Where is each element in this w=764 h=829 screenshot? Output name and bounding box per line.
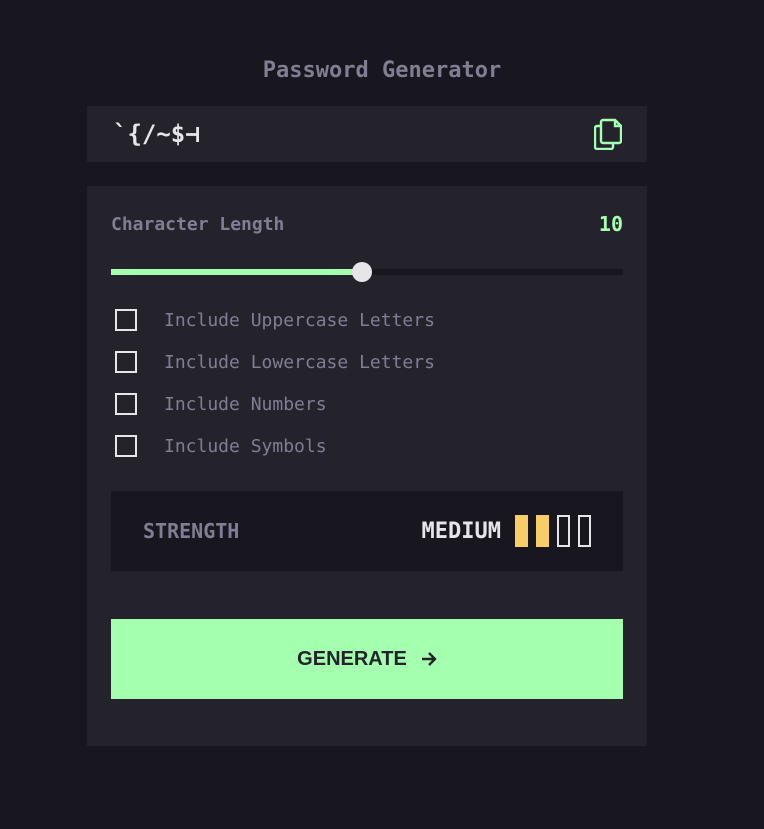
option-label: Include Numbers <box>164 393 327 415</box>
numbers-checkbox[interactable] <box>115 393 137 415</box>
copy-button[interactable] <box>593 117 623 151</box>
symbols-checkbox[interactable] <box>115 435 137 457</box>
length-value: 10 <box>598 212 623 236</box>
option-symbols[interactable]: Include Symbols <box>115 435 327 457</box>
settings-panel: Character Length 10 Include Uppercase Le… <box>87 186 647 746</box>
strength-bar <box>557 515 570 547</box>
option-label: Include Uppercase Letters <box>164 309 435 331</box>
option-lowercase[interactable]: Include Lowercase Letters <box>115 351 435 373</box>
option-label: Include Lowercase Letters <box>164 351 435 373</box>
option-label: Include Symbols <box>164 435 327 457</box>
option-numbers[interactable]: Include Numbers <box>115 393 327 415</box>
strength-bar <box>536 515 549 547</box>
slider-thumb[interactable] <box>351 262 372 282</box>
page-title: Password Generator <box>262 58 502 83</box>
strength-bar <box>578 515 591 547</box>
strength-indicator: MEDIUM <box>422 515 591 547</box>
generate-button[interactable]: GENERATE <box>111 619 623 699</box>
slider-fill <box>111 269 362 275</box>
strength-label: STRENGTH <box>143 519 240 543</box>
generate-label: GENERATE <box>297 647 407 670</box>
password-text: `{/~$⊣ <box>113 120 200 148</box>
option-uppercase[interactable]: Include Uppercase Letters <box>115 309 435 331</box>
arrow-right-icon <box>421 651 437 667</box>
strength-value: MEDIUM <box>421 518 501 544</box>
copy-icon <box>594 118 622 150</box>
length-slider[interactable] <box>111 262 623 282</box>
strength-meter: STRENGTH MEDIUM <box>111 491 623 571</box>
uppercase-checkbox[interactable] <box>115 309 137 331</box>
length-row: Character Length 10 <box>111 212 623 236</box>
length-label: Character Length <box>111 213 285 235</box>
password-display: `{/~$⊣ <box>87 106 647 162</box>
strength-bars <box>515 515 591 547</box>
strength-bar <box>515 515 528 547</box>
lowercase-checkbox[interactable] <box>115 351 137 373</box>
